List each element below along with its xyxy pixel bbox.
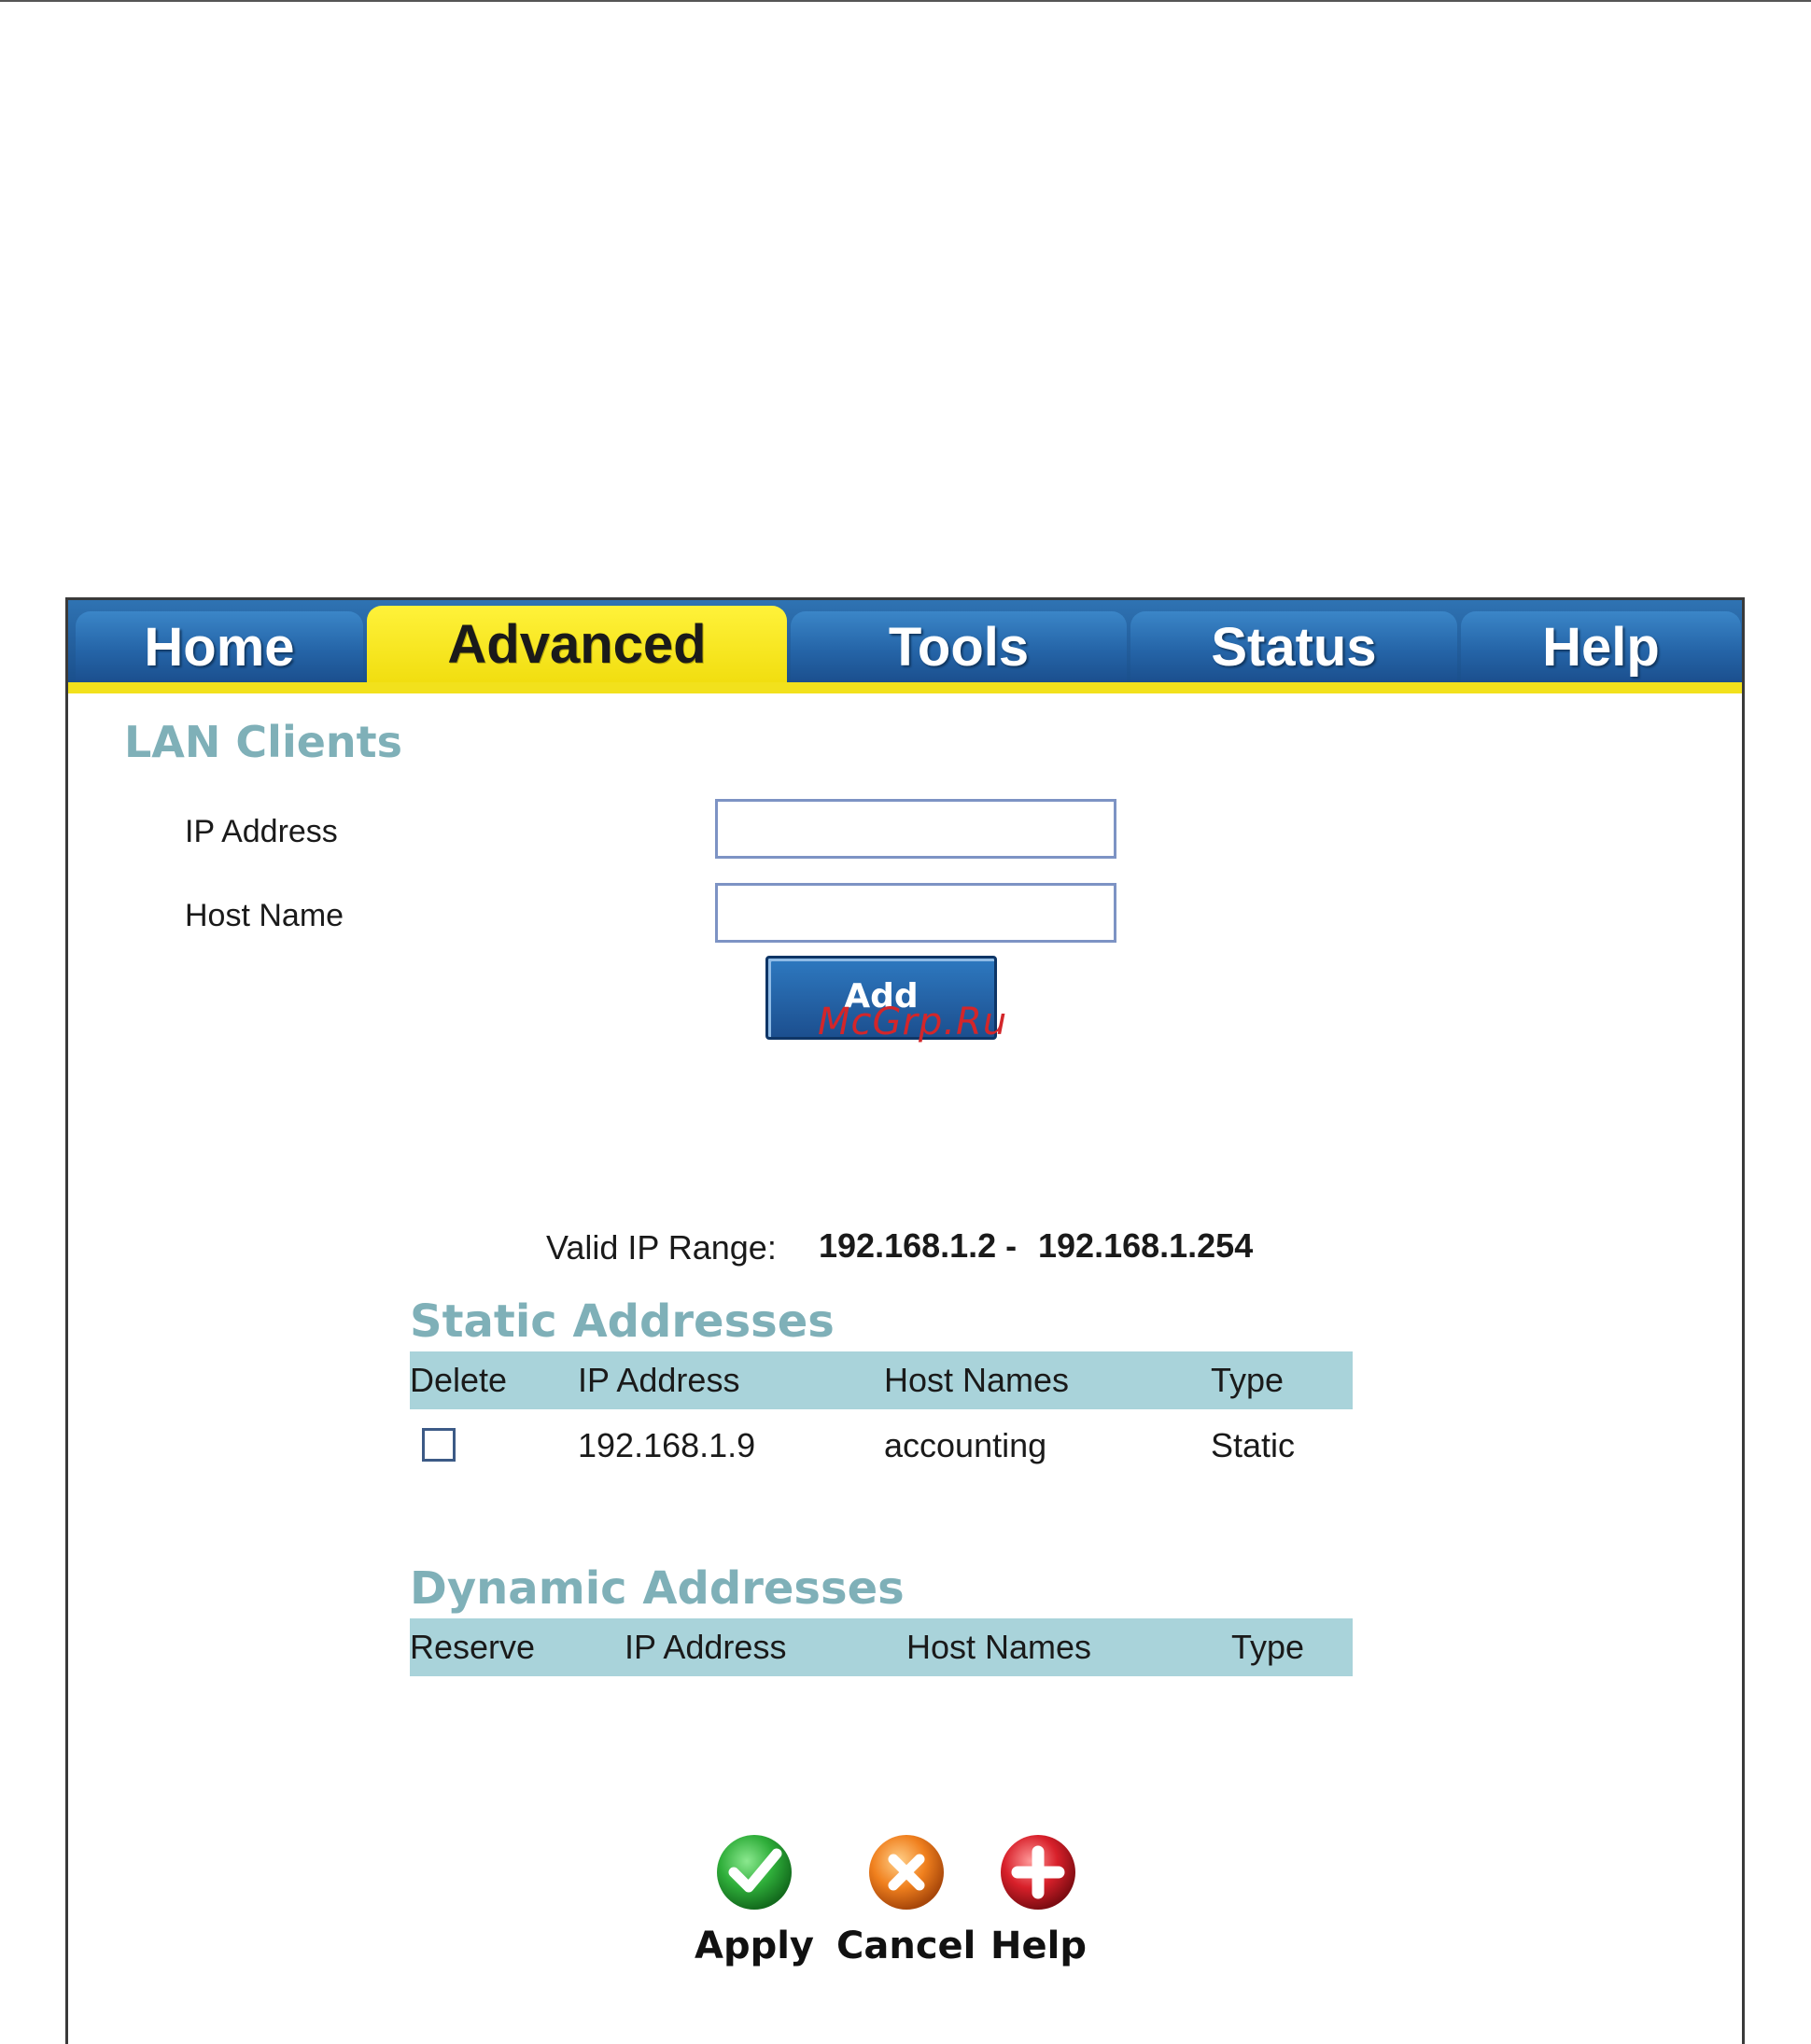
row-type: Static — [1211, 1426, 1296, 1464]
cancel-label: Cancel — [836, 1925, 976, 1967]
tab-home[interactable]: Home — [76, 611, 363, 682]
tab-tools[interactable]: Tools — [791, 611, 1127, 682]
valid-range-label: Valid IP Range: — [546, 1228, 777, 1267]
ip-address-input[interactable] — [715, 799, 1116, 859]
cancel-x-icon — [868, 1835, 944, 1910]
cancel-button[interactable]: Cancel — [836, 1829, 976, 1967]
top-rule — [0, 0, 1811, 2]
static-table-header: Delete IP Address Host Names Type — [410, 1351, 1353, 1409]
delete-checkbox[interactable] — [422, 1428, 456, 1462]
column-header-delete: Delete — [410, 1361, 508, 1399]
column-header-type: Type — [1231, 1628, 1305, 1666]
apply-button[interactable]: Apply — [695, 1829, 814, 1967]
tab-bar: Home Advanced Tools Status Help — [68, 600, 1742, 693]
tab-status[interactable]: Status — [1130, 611, 1457, 682]
host-name-label: Host Name — [185, 898, 344, 933]
column-header-type: Type — [1211, 1361, 1285, 1399]
row-ip-address: 192.168.1.9 — [578, 1426, 756, 1464]
apply-label: Apply — [695, 1925, 815, 1967]
column-header-reserve: Reserve — [410, 1628, 536, 1666]
tab-advanced[interactable]: Advanced — [367, 606, 787, 682]
ip-address-label: IP Address — [185, 814, 338, 849]
dynamic-table-header: Reserve IP Address Host Names Type — [410, 1618, 1353, 1676]
dynamic-addresses-title: Dynamic Addresses — [410, 1562, 905, 1615]
column-header-host-names: Host Names — [884, 1361, 1070, 1399]
row-host-name: accounting — [884, 1426, 1047, 1464]
help-plus-icon — [1001, 1835, 1076, 1910]
valid-range-start: 192.168.1.2 - — [819, 1226, 1018, 1265]
help-label: Help — [990, 1925, 1087, 1967]
checkmark-icon — [717, 1835, 792, 1910]
valid-range-end: 192.168.1.254 — [1038, 1226, 1254, 1265]
tab-help[interactable]: Help — [1461, 611, 1741, 682]
help-button[interactable]: Help — [990, 1829, 1087, 1967]
host-name-input[interactable] — [715, 883, 1116, 943]
column-header-host-names: Host Names — [906, 1628, 1092, 1666]
page-title: LAN Clients — [124, 717, 403, 767]
column-header-ip-address: IP Address — [625, 1628, 787, 1666]
watermark-text: McGrp.Ru — [818, 1001, 1008, 1043]
column-header-ip-address: IP Address — [578, 1361, 740, 1399]
static-addresses-title: Static Addresses — [410, 1295, 835, 1348]
